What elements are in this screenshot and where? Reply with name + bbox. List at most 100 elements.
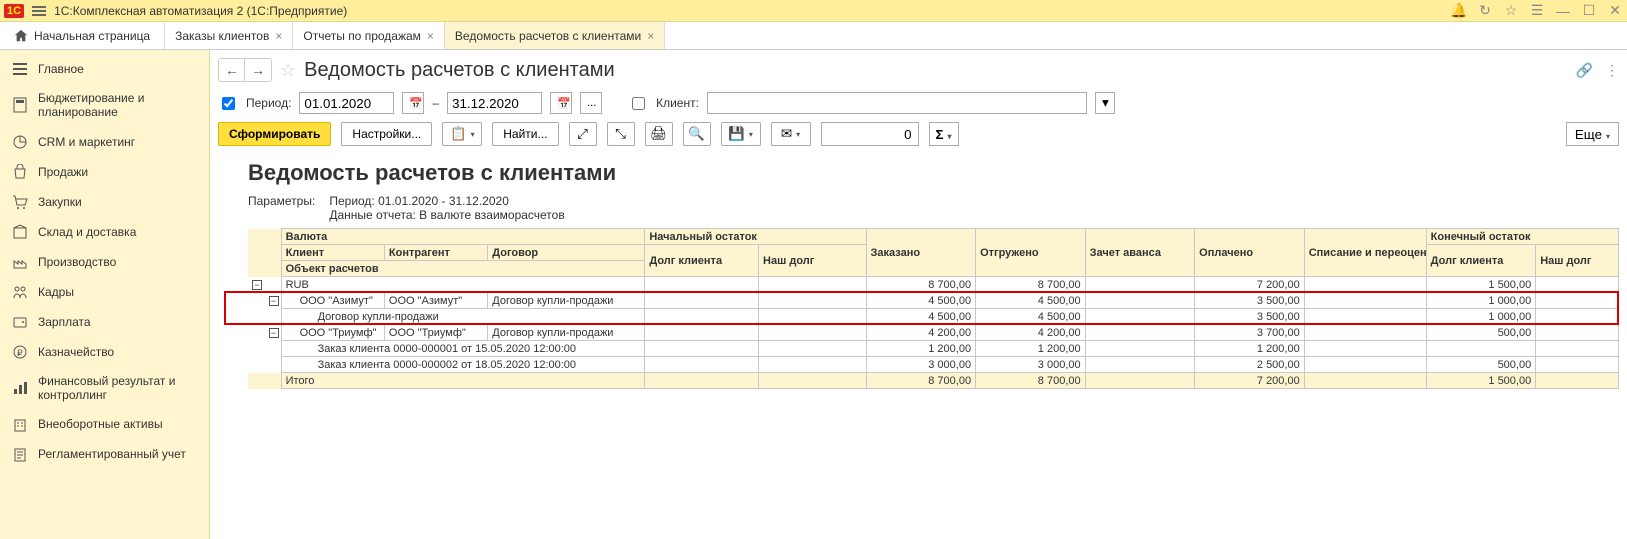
back-button[interactable]: ← [219,59,245,81]
sidebar-item-production[interactable]: Производство [0,247,209,277]
send-button[interactable]: ✉ [771,122,811,146]
report-area: Ведомость расчетов с клиентами Параметры… [218,160,1619,389]
expand-button[interactable]: ⤢ [569,122,597,146]
sidebar-item-purchases[interactable]: Закупки [0,187,209,217]
tab-settlements[interactable]: Ведомость расчетов с клиентами × [445,22,665,49]
sidebar-item-regaccounting[interactable]: Регламентированный учет [0,440,209,470]
wallet-icon [12,314,28,330]
bag-icon [12,164,28,180]
titlebar: 1C 1С:Комплексная автоматизация 2 (1С:Пр… [0,0,1627,22]
sidebar-label: Производство [38,255,116,269]
table-row[interactable]: −ООО "Триумф"ООО "Триумф"Договор купли-п… [248,325,1619,341]
link-icon[interactable]: 🔗 [1576,62,1593,79]
doc-icon [12,447,28,463]
tree-toggle[interactable]: − [269,296,279,306]
th-client: Клиент [281,245,384,261]
app-title: 1С:Комплексная автоматизация 2 (1С:Предп… [54,4,1443,18]
table-row[interactable]: Заказ клиента 0000-000002 от 18.05.2020 … [248,357,1619,373]
sidebar-item-warehouse[interactable]: Склад и доставка [0,217,209,247]
sum-input[interactable] [821,122,919,146]
table-row[interactable]: −RUB8 700,008 700,007 200,001 500,00 [248,277,1619,293]
tab-sales-reports[interactable]: Отчеты по продажам × [293,22,445,49]
sidebar-item-budgeting[interactable]: Бюджетирование и планирование [0,84,209,127]
sidebar-label: Продажи [38,165,88,179]
sidebar-item-finresult[interactable]: Финансовый результат и контроллинг [0,367,209,410]
close-icon[interactable]: × [647,29,654,43]
minimize-icon[interactable]: — [1555,3,1571,19]
generate-button[interactable]: Сформировать [218,122,331,146]
total-ordered: 8 700,00 [866,373,976,389]
sigma-button[interactable]: Σ [929,122,959,146]
period-checkbox[interactable] [222,97,235,110]
hamburger-icon[interactable] [32,6,46,16]
tree-toggle[interactable]: − [252,280,262,290]
home-tab-label: Начальная страница [34,29,150,43]
param-currency: Данные отчета: В валюте взаиморасчетов [329,208,564,222]
collapse-button[interactable]: ⤡ [607,122,635,146]
history-icon[interactable]: ↻ [1477,3,1493,19]
sidebar-item-crm[interactable]: CRM и маркетинг [0,127,209,157]
sidebar-item-hr[interactable]: Кадры [0,277,209,307]
actions-row: Сформировать Настройки... 📋 Найти... ⤢ ⤡… [218,122,1619,146]
find-button[interactable]: Найти... [492,122,558,146]
tab-label: Ведомость расчетов с клиентами [455,29,641,43]
client-dropdown-button[interactable]: ▾ [1095,92,1115,114]
th-ourdebt: Наш долг [759,245,866,277]
sidebar-label: Регламентированный учет [38,447,186,461]
nav-arrows: ← → [218,58,272,82]
sidebar-item-assets[interactable]: Внеоборотные активы [0,410,209,440]
kebab-icon[interactable]: ⋮ [1605,62,1619,79]
sidebar-item-main[interactable]: Главное [0,54,209,84]
sidebar-label: Финансовый результат и контроллинг [38,374,197,403]
total-paid: 7 200,00 [1195,373,1305,389]
th-end-ourdebt: Наш долг [1536,245,1619,277]
calendar-to-button[interactable]: 📅 [550,92,572,114]
favorite-star-icon[interactable]: ☆ [280,60,296,81]
sidebar-label: Главное [38,62,84,76]
table-row[interactable]: −ООО "Азимут"ООО "Азимут"Договор купли-п… [248,293,1619,309]
variants-button[interactable]: 📋 [442,122,482,146]
date-separator: – [432,96,439,110]
print-button[interactable]: 🖨 [645,122,673,146]
bell-icon[interactable]: 🔔 [1451,3,1467,19]
sidebar-item-salary[interactable]: Зарплата [0,307,209,337]
forward-button[interactable]: → [245,59,271,81]
sidebar-label: Внеоборотные активы [38,417,163,431]
close-icon[interactable]: × [427,29,434,43]
star-icon[interactable]: ☆ [1503,3,1519,19]
period-picker-button[interactable]: ... [580,92,602,114]
client-input[interactable] [707,92,1087,114]
date-to-input[interactable] [447,92,542,114]
calc-icon [12,97,28,113]
logo-1c: 1C [4,4,24,18]
maximize-icon[interactable]: ☐ [1581,3,1597,19]
bars-icon [12,380,28,396]
table-row[interactable]: Договор купли-продажи4 500,004 500,003 5… [248,309,1619,325]
tab-label: Заказы клиентов [175,29,269,43]
filter-icon[interactable]: ☰ [1529,3,1545,19]
save-button[interactable]: 💾 [721,122,761,146]
page-head-icons: 🔗 ⋮ [1576,62,1619,79]
preview-button[interactable]: 🔍 [683,122,711,146]
client-checkbox[interactable] [632,97,645,110]
building-icon [12,417,28,433]
tree-toggle[interactable]: − [269,328,279,338]
sidebar: Главное Бюджетирование и планирование CR… [0,50,210,539]
sidebar-item-treasury[interactable]: ₽Казначейство [0,337,209,367]
date-from-input[interactable] [299,92,394,114]
client-label: Клиент: [656,96,699,110]
close-icon[interactable]: × [275,29,282,43]
th-contract: Договор [488,245,645,261]
sidebar-label: Закупки [38,195,82,209]
more-button[interactable]: Еще [1566,122,1619,146]
tab-orders[interactable]: Заказы клиентов × [165,22,293,49]
total-shipped: 8 700,00 [976,373,1086,389]
close-icon[interactable]: ✕ [1607,3,1623,19]
settings-button[interactable]: Настройки... [341,122,432,146]
page-head: ← → ☆ Ведомость расчетов с клиентами 🔗 ⋮ [218,58,1619,82]
table-row[interactable]: Заказ клиента 0000-000001 от 15.05.2020 … [248,341,1619,357]
sidebar-item-sales[interactable]: Продажи [0,157,209,187]
calendar-from-button[interactable]: 📅 [402,92,424,114]
home-tab[interactable]: Начальная страница [0,22,165,49]
report-params: Параметры: Период: 01.01.2020 - 31.12.20… [248,194,1619,222]
